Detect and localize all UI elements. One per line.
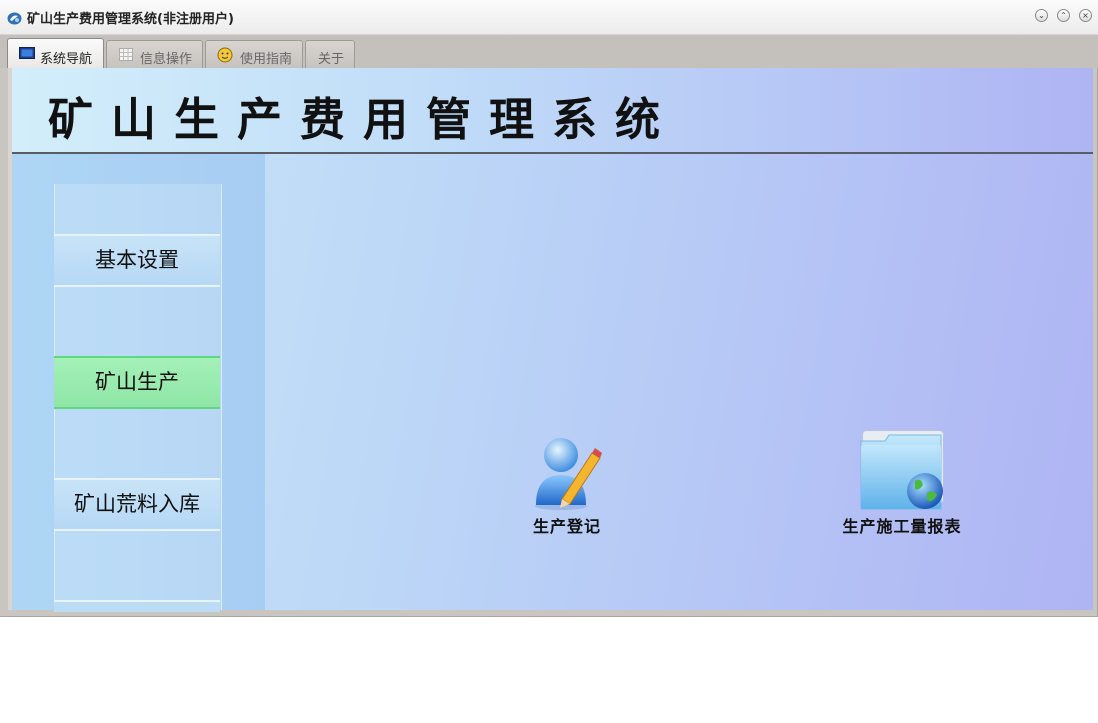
sidebar-item-mine-production[interactable]: 矿山生产 [54, 356, 220, 409]
sidebar-item-block-storage[interactable]: 矿山荒料入库 [54, 478, 220, 531]
page-title: 矿山生产费用管理系统 [48, 93, 679, 146]
tab-info-ops[interactable]: 信息操作 [106, 40, 203, 68]
function-label: 生产施工量报表 [842, 517, 962, 536]
tab-system-nav[interactable]: 系统导航 [7, 38, 104, 68]
sidebar-item-partial [54, 600, 220, 612]
grid-icon [119, 48, 133, 65]
main-panel: 矿山生产费用管理系统 基本设置 矿山生产 矿山荒料入库 生产登记 生产施工量报表 [8, 68, 1093, 612]
function-label: 生产登记 [532, 517, 601, 536]
sidebar: 基本设置 矿山生产 矿山荒料入库 [12, 154, 265, 612]
help-smiley-icon [217, 47, 233, 67]
close-icon[interactable]: × [1079, 9, 1092, 22]
app-window: 矿山生产费用管理系统(非注册用户) ⌄ ⌃ × 系统导航 信息操作 使用指南 关… [0, 0, 1098, 617]
production-report-button[interactable]: 生产施工量报表 [837, 429, 967, 537]
sidebar-item-basic-settings[interactable]: 基本设置 [54, 234, 220, 287]
user-edit-icon [532, 429, 602, 515]
tab-about[interactable]: 关于 [305, 40, 355, 68]
folder-globe-icon [857, 429, 947, 515]
production-register-button[interactable]: 生产登记 [522, 429, 612, 537]
maximize-icon[interactable]: ⌃ [1057, 9, 1070, 22]
header-banner: 矿山生产费用管理系统 [12, 68, 1093, 154]
tab-bar: 系统导航 信息操作 使用指南 关于 [0, 35, 1098, 68]
monitor-icon [19, 47, 35, 64]
window-title: 矿山生产费用管理系统(非注册用户) [27, 12, 234, 27]
title-bar[interactable]: 矿山生产费用管理系统(非注册用户) ⌄ ⌃ × [0, 0, 1098, 35]
app-logo-icon [7, 10, 22, 25]
tab-user-guide[interactable]: 使用指南 [205, 40, 303, 68]
minimize-icon[interactable]: ⌄ [1035, 9, 1048, 22]
